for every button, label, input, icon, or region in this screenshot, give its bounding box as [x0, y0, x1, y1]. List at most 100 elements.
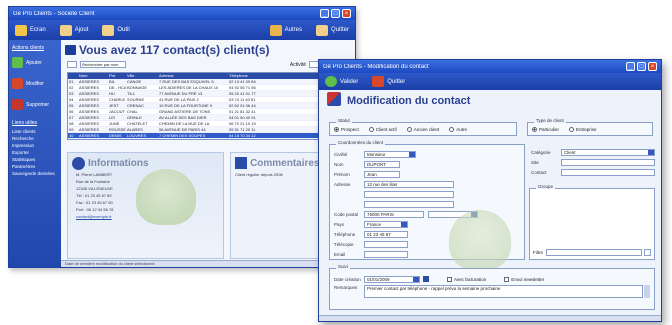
table-body: 01 ASSIERES BIL CANGE 7 RUE DES BAS ESQUIVEL…: [68, 79, 348, 139]
radio-button[interactable]: [532, 127, 537, 132]
sidebar-link[interactable]: Statistiques: [12, 157, 58, 162]
sidebar-heading: Actions clients: [12, 45, 44, 51]
edit-pen-icon: [327, 92, 341, 106]
radio-option[interactable]: Ancien client: [406, 127, 439, 132]
notes-field[interactable]: Premier contact par téléphone - rappel p…: [364, 285, 643, 298]
table-cell: AV ALLÉE DES BAS DIER: [159, 115, 207, 120]
quitter-button[interactable]: Quitter: [372, 76, 405, 87]
folder-icon: [102, 24, 115, 36]
close-icon[interactable]: ×: [648, 62, 657, 71]
table-cell: JACOUT: [109, 109, 125, 114]
sidebar-action-modifier[interactable]: Modifier: [12, 78, 58, 89]
field-label: Nom: [334, 161, 344, 167]
sidebar-link[interactable]: Impression: [12, 143, 58, 148]
toolbar-button-autres[interactable]: Autres: [269, 24, 302, 36]
table-cell: JUNE: [109, 121, 120, 126]
table-cell: BIL: [109, 79, 116, 84]
table-cell: CHARLE: [109, 97, 126, 102]
comment-icon: [235, 157, 248, 169]
field-input[interactable]: [364, 240, 408, 248]
field-input[interactable]: [364, 200, 454, 208]
field-input[interactable]: DUPONT: [364, 160, 400, 168]
newsletter-checkbox[interactable]: Envoi newsletter: [504, 276, 545, 282]
field-label: Contact: [531, 169, 547, 175]
maximize-icon[interactable]: □: [331, 9, 340, 18]
folder-exit-icon: [315, 24, 328, 36]
status-radios: Prospect Client actif Ancien client Autre: [330, 123, 516, 134]
sidebar-link[interactable]: Recherche: [12, 136, 58, 141]
sidebar-link[interactable]: Exporter: [12, 150, 58, 155]
main-window: Gé Pro Clients - Société Client _ □ × Ec…: [8, 6, 356, 268]
radio-button[interactable]: [449, 127, 455, 132]
radio-button[interactable]: [334, 127, 339, 132]
table-cell: 56 AVENUE DE PARIS 44: [159, 127, 206, 132]
sidebar-link[interactable]: Paramètres: [12, 164, 58, 169]
table-cell: LOUVRES: [127, 133, 147, 138]
sidebar-action-ajouter[interactable]: Ajouter: [12, 57, 58, 68]
toolbar-label: Autres: [284, 27, 302, 33]
sidebar-link[interactable]: Liste clients: [12, 129, 58, 134]
field-label: Site: [531, 159, 539, 165]
table-cell: ASSIERES: [79, 97, 100, 102]
valider-button[interactable]: Valider: [325, 76, 358, 87]
field-input[interactable]: 12 rue des lilas: [364, 180, 454, 188]
radio-button[interactable]: [368, 127, 374, 132]
filter2-label: Activité: [289, 61, 306, 68]
field-input[interactable]: [561, 168, 655, 176]
sidebar-links: Liste clients Recherche Impression Expor…: [12, 129, 58, 176]
radio-button[interactable]: [406, 127, 412, 132]
edit-status-bar: [319, 315, 661, 321]
toolbar-button-ecran[interactable]: Ecran: [15, 24, 46, 36]
sidebar-action-supprimer[interactable]: Supprimer: [12, 99, 58, 110]
group-filter-button[interactable]: [644, 249, 651, 256]
clients-table: Nom Pré. Ville Adresse Téléphone 01 ASSIE…: [67, 72, 349, 140]
filter-input[interactable]: Rechercher par nom: [80, 61, 126, 68]
checkbox[interactable]: [67, 61, 77, 68]
close-icon[interactable]: ×: [342, 9, 351, 18]
minimize-icon[interactable]: _: [626, 62, 635, 71]
toolbar-button-ajout[interactable]: Ajout: [59, 24, 88, 36]
field-input[interactable]: Monsieur: [364, 150, 416, 158]
info-line[interactable]: contact@exemple.fr: [76, 214, 219, 219]
notes-scrollbar[interactable]: [644, 285, 650, 298]
toolbar-button-outil[interactable]: Outil: [102, 24, 130, 36]
field-input[interactable]: 75000 PARIS: [364, 210, 424, 218]
calendar-icon[interactable]: [423, 276, 429, 282]
field-input[interactable]: [364, 190, 454, 198]
facturation-checkbox[interactable]: Avec facturation: [447, 276, 486, 282]
folder-add-icon: [59, 24, 72, 36]
table-row[interactable]: 10 ASSIERES DEMIS LOUVRES 7 CHEMIN DES SOUPE…: [68, 133, 348, 139]
radio-option[interactable]: Client actif: [368, 127, 397, 132]
radio-option[interactable]: Particulier: [532, 127, 559, 132]
field-input[interactable]: [561, 158, 655, 166]
checkbox-label: Envoi newsletter: [511, 276, 545, 282]
radio-button[interactable]: [569, 127, 575, 132]
date-field[interactable]: 01/01/2009: [364, 275, 420, 283]
field-input[interactable]: [364, 250, 408, 258]
info-line: 12345 VILLENEUVE: [76, 186, 113, 191]
field-input[interactable]: Client: [561, 148, 655, 156]
info-line: Rue de la Fontaine: [76, 179, 110, 184]
maximize-icon[interactable]: □: [637, 62, 646, 71]
field-input[interactable]: 01 23 45 67: [364, 230, 408, 238]
checkbox-box[interactable]: [447, 276, 452, 282]
table-cell: ALARES: [127, 127, 143, 132]
radio-option[interactable]: Autre: [449, 127, 467, 132]
field-input[interactable]: France: [364, 220, 408, 228]
group-filter-input[interactable]: [546, 249, 642, 256]
table-cell: ASSIERES: [79, 85, 100, 90]
radio-option[interactable]: Entreprise: [569, 127, 597, 132]
field-input[interactable]: Jean: [364, 170, 400, 178]
radio-option[interactable]: Prospect: [334, 127, 359, 132]
table-cell: DEMIS: [109, 133, 122, 138]
edit-heading-text: Modification du contact: [347, 95, 471, 107]
group-filter-label: Filtre: [533, 250, 543, 255]
checkbox-box[interactable]: [504, 276, 510, 282]
sidebar-link[interactable]: Sauvegarde données: [12, 171, 58, 176]
minimize-icon[interactable]: _: [320, 9, 329, 18]
sidebar: Actions clients Ajouter Modifier Supprim…: [9, 40, 61, 267]
toolbar-button-quitter[interactable]: Quitter: [315, 24, 349, 36]
table-cell: LES ADIERES DE LA CHAUX 10: [159, 85, 219, 90]
field-label: Code postal: [334, 211, 359, 217]
followup-row: Date création 01/01/2009 Avec facturatio…: [334, 275, 650, 283]
